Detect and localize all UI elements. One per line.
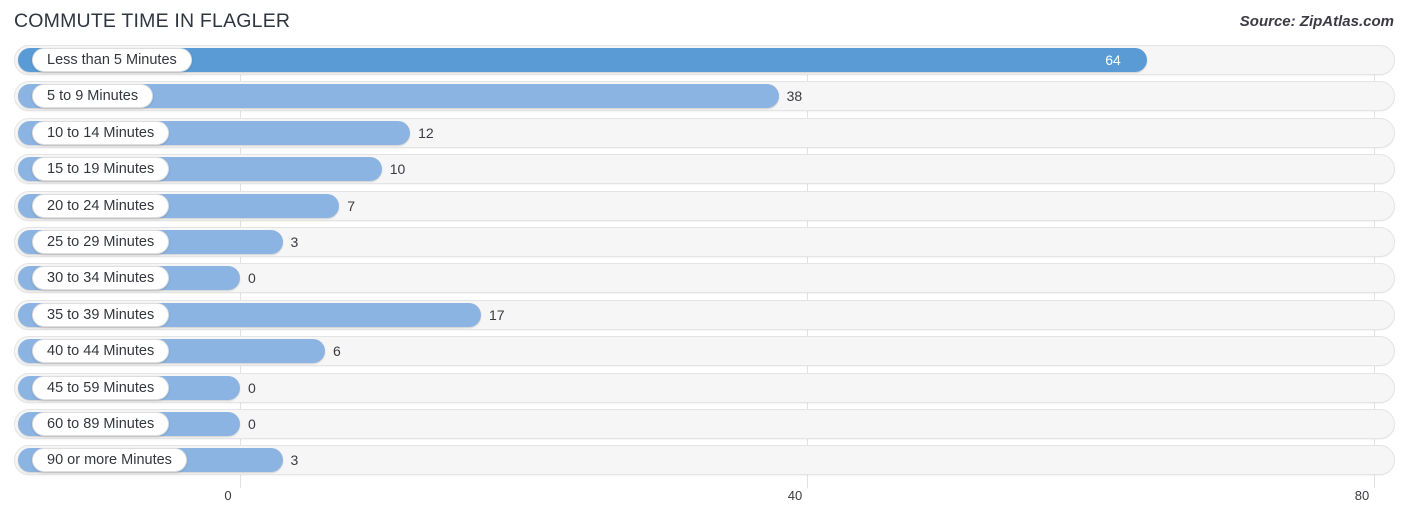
table-row[interactable]: 5 to 9 Minutes 38 — [0, 81, 1406, 112]
category-label: 25 to 29 Minutes — [32, 229, 170, 254]
table-row[interactable]: 60 to 89 Minutes 0 — [0, 408, 1406, 439]
x-axis: 0 40 80 — [0, 488, 1406, 512]
bar-value-label: 3 — [290, 233, 299, 250]
bar-value-label: 38 — [786, 88, 803, 105]
table-row[interactable]: 40 to 44 Minutes 6 — [0, 336, 1406, 367]
bar-value-label: 17 — [488, 306, 505, 323]
category-label: 5 to 9 Minutes — [32, 84, 154, 109]
table-row[interactable]: 90 or more Minutes 3 — [0, 445, 1406, 476]
page-title: COMMUTE TIME IN FLAGLER — [14, 10, 291, 32]
bar-value-label: 0 — [248, 379, 256, 396]
bar-value-label: 0 — [248, 415, 256, 432]
source-attribution: Source: ZipAtlas.com — [1239, 13, 1394, 30]
table-row[interactable]: 35 to 39 Minutes 17 — [0, 299, 1406, 330]
table-row[interactable]: 15 to 19 Minutes 10 — [0, 154, 1406, 185]
bar-value-label: 64 — [1105, 52, 1121, 68]
x-tick-label: 80 — [1354, 488, 1370, 503]
bar-rows: Less than 5 Minutes 64 5 to 9 Minutes 38 10 … — [0, 45, 1406, 482]
bar-value-label: 6 — [333, 343, 341, 360]
category-label: 15 to 19 Minutes — [32, 157, 170, 182]
table-row[interactable]: 20 to 24 Minutes 7 — [0, 190, 1406, 221]
category-label: 20 to 24 Minutes — [32, 193, 170, 218]
x-tick-label: 40 — [787, 488, 803, 503]
category-label: 45 to 59 Minutes — [32, 375, 170, 400]
bar-value-label: 7 — [347, 197, 356, 214]
category-label: 30 to 34 Minutes — [32, 266, 170, 291]
plot-area: Less than 5 Minutes 64 5 to 9 Minutes 38 10 … — [0, 45, 1406, 488]
category-label: 60 to 89 Minutes — [32, 411, 170, 436]
bar-value-label: 12 — [418, 124, 434, 141]
table-row[interactable]: 25 to 29 Minutes 3 — [0, 226, 1406, 257]
x-tick-label: 0 — [224, 488, 232, 503]
category-label: 40 to 44 Minutes — [32, 339, 170, 364]
table-row[interactable]: 10 to 14 Minutes 12 — [0, 117, 1406, 148]
bar-value-label: 0 — [248, 270, 256, 287]
chart-page: COMMUTE TIME IN FLAGLER Source: ZipAtlas… — [0, 0, 1406, 523]
bar-value-label: 3 — [290, 452, 299, 469]
category-label: 10 to 14 Minutes — [32, 120, 170, 145]
category-label: 90 or more Minutes — [32, 448, 187, 473]
category-label: 35 to 39 Minutes — [32, 302, 170, 327]
table-row[interactable]: Less than 5 Minutes 64 — [0, 45, 1406, 75]
table-row[interactable]: 45 to 59 Minutes 0 — [0, 372, 1406, 403]
bar-value-label: 10 — [389, 161, 406, 178]
category-label: Less than 5 Minutes — [32, 48, 192, 72]
table-row[interactable]: 30 to 34 Minutes 0 — [0, 263, 1406, 294]
